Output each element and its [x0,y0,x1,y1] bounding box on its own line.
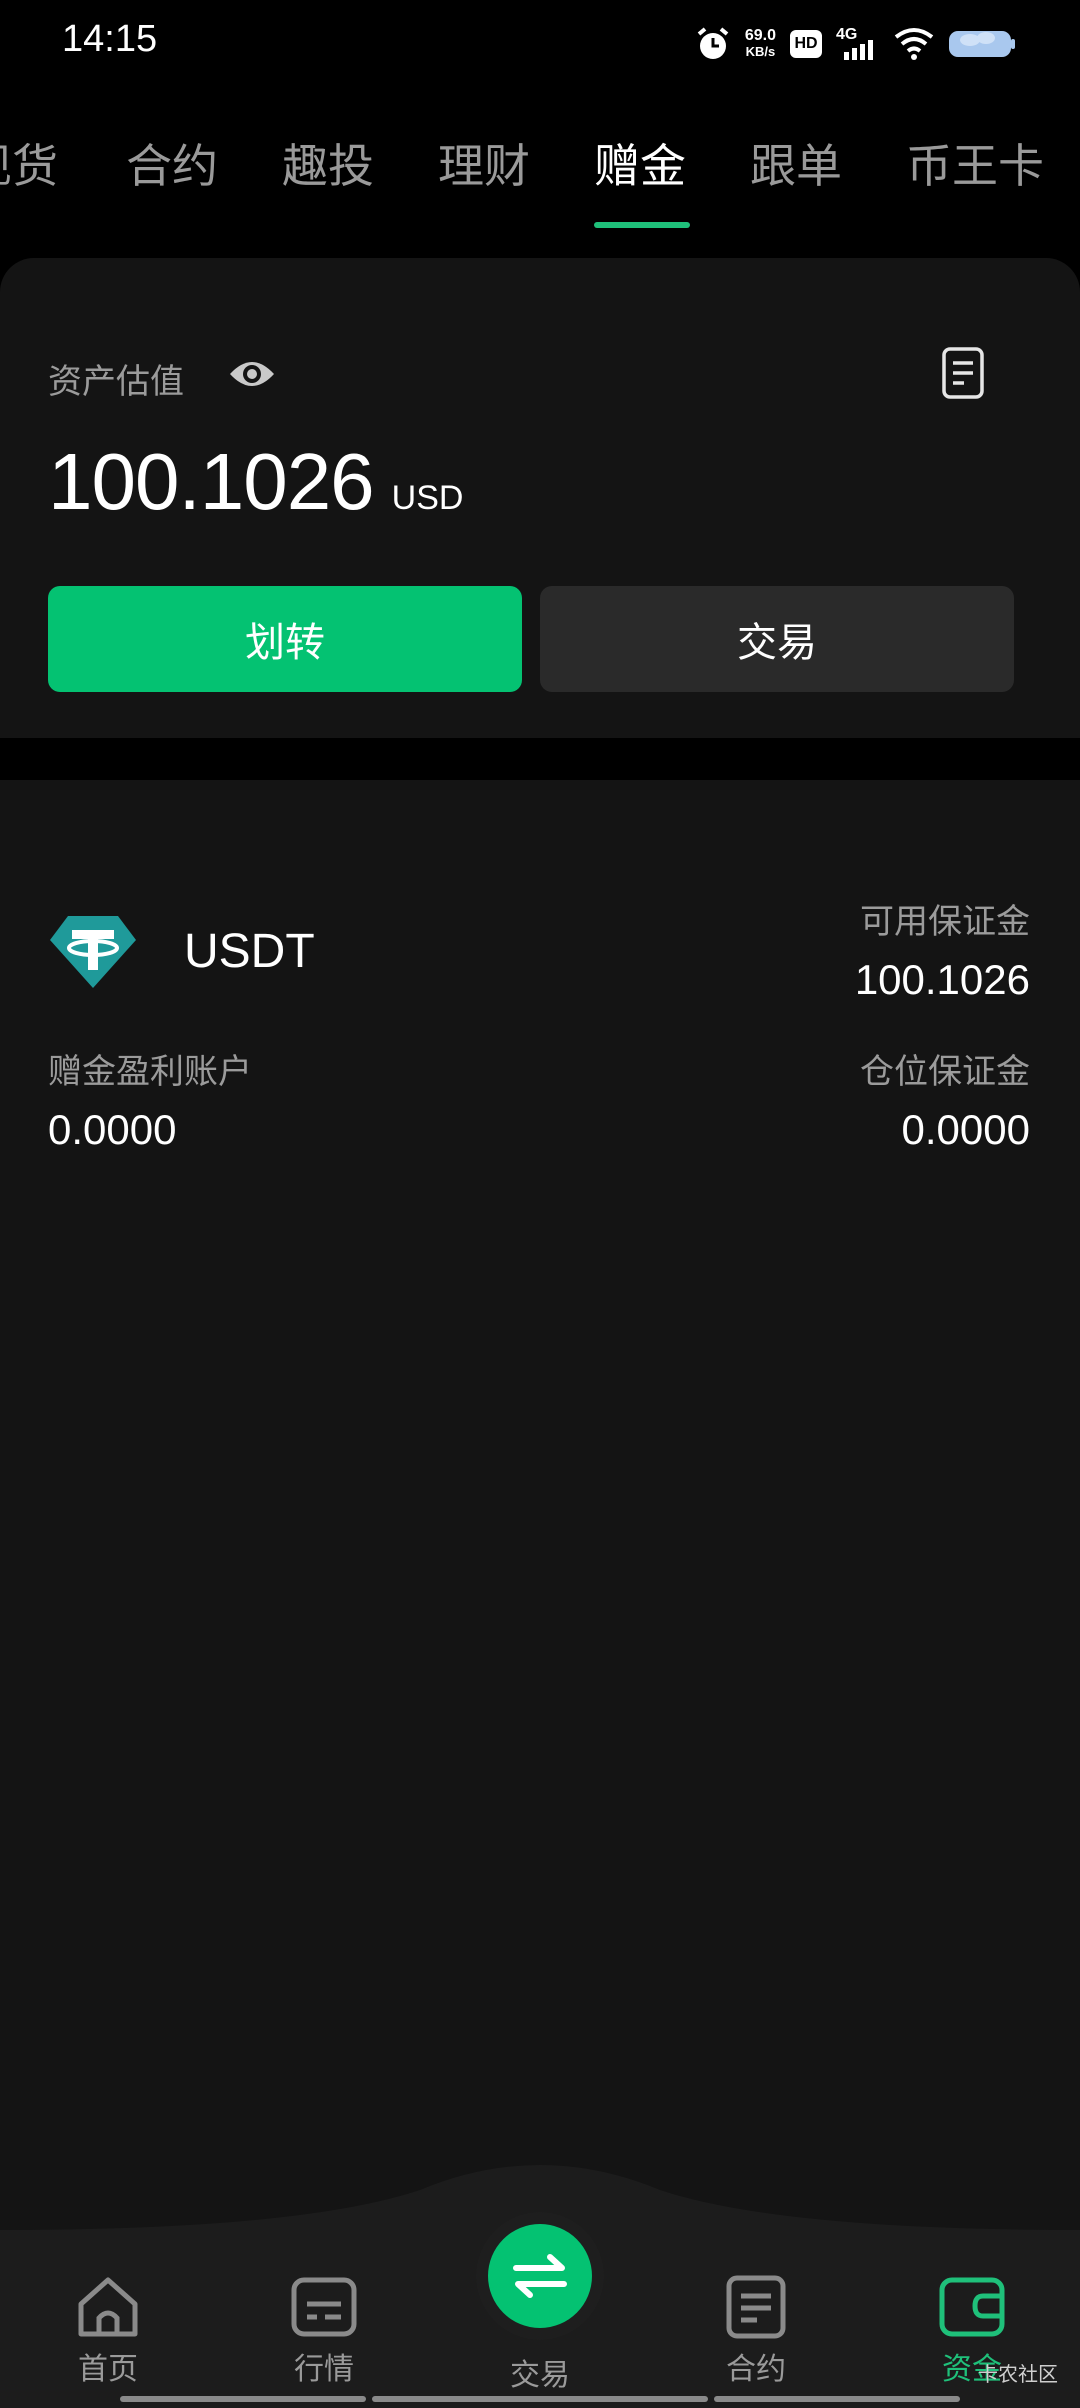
home-icon [78,2277,138,2337]
nav-trade-button[interactable] [488,2224,592,2328]
available-margin-value: 100.1026 [854,956,1030,1003]
market-icon [291,2277,357,2337]
tab-fun-invest[interactable]: 趣投 [282,130,374,196]
wifi-icon [894,28,934,60]
nav-trade-label: 交易 [510,2358,570,2393]
wallet-icon [939,2277,1005,2337]
tab-contract[interactable]: 合约 [126,130,218,196]
alarm-icon [697,27,729,59]
nav-home-label: 首页 [78,2352,138,2387]
battery-icon [949,31,1015,57]
signal-icon: 4G [836,26,880,62]
asset-value-unit: USD [391,479,464,517]
contract-icon [726,2275,786,2339]
bonus-profit-value: 0.0000 [48,1106,177,1153]
gesture-bar-middle [372,2396,708,2402]
nav-contract-label: 合约 [726,2352,786,2387]
active-tab-indicator [594,222,690,228]
net-speed-unit: KB/s [745,44,776,59]
trade-button[interactable]: 交易 [540,586,1014,692]
bonus-account-section: USDT 可用保证金 100.1026 赠金盈利账户 0.0000 仓位保证金 … [0,780,1080,2230]
tab-wealth[interactable]: 理财 [438,130,530,196]
nav-market[interactable]: 行情 [254,2274,394,2388]
asset-card: 资产估值 100.1026 USD 划转 交易 [0,258,1080,738]
tab-vip-card[interactable]: 币王卡 [906,130,1044,196]
nav-contract[interactable]: 合约 [686,2274,826,2388]
hd-icon: HD [790,30,822,58]
tab-spot[interactable]: 现货 [0,130,58,196]
asset-value-number: 100.1026 [48,437,375,526]
coin-name: USDT [184,925,315,978]
tab-bonus[interactable]: 赠金 [594,130,686,196]
position-margin-label: 仓位保证金 [860,1052,1030,1092]
gesture-bar-right [714,2396,960,2402]
status-icons: 69.0 KB/s HD 4G [695,22,1016,66]
bonus-profit-label: 赠金盈利账户 [48,1052,252,1092]
position-margin-value: 0.0000 [901,1106,1030,1153]
trade-swap-icon [513,2254,567,2298]
available-margin-label: 可用保证金 [860,902,1030,942]
net-speed-value: 69.0 [744,27,776,44]
status-time: 14:15 [62,18,158,60]
nav-home[interactable]: 首页 [38,2274,178,2388]
asset-tabs: 现货 合约 趣投 理财 赠金 跟单 币王卡 [0,120,1080,230]
usdt-icon [50,916,136,988]
record-icon[interactable] [940,346,988,400]
net-speed: 69.0 KB/s [745,28,776,60]
gesture-bar-left [120,2396,366,2402]
tab-copy-trade[interactable]: 跟单 [750,130,842,196]
status-bar: 14:15 69.0 KB/s HD 4G [0,0,1080,86]
eye-icon[interactable] [228,356,276,392]
nav-market-label: 行情 [294,2352,354,2387]
asset-valuation-label: 资产估值 [48,362,184,402]
asset-value: 100.1026 USD [48,436,463,528]
transfer-button[interactable]: 划转 [48,586,522,692]
watermark: 卡农社区 [978,2362,1058,2386]
